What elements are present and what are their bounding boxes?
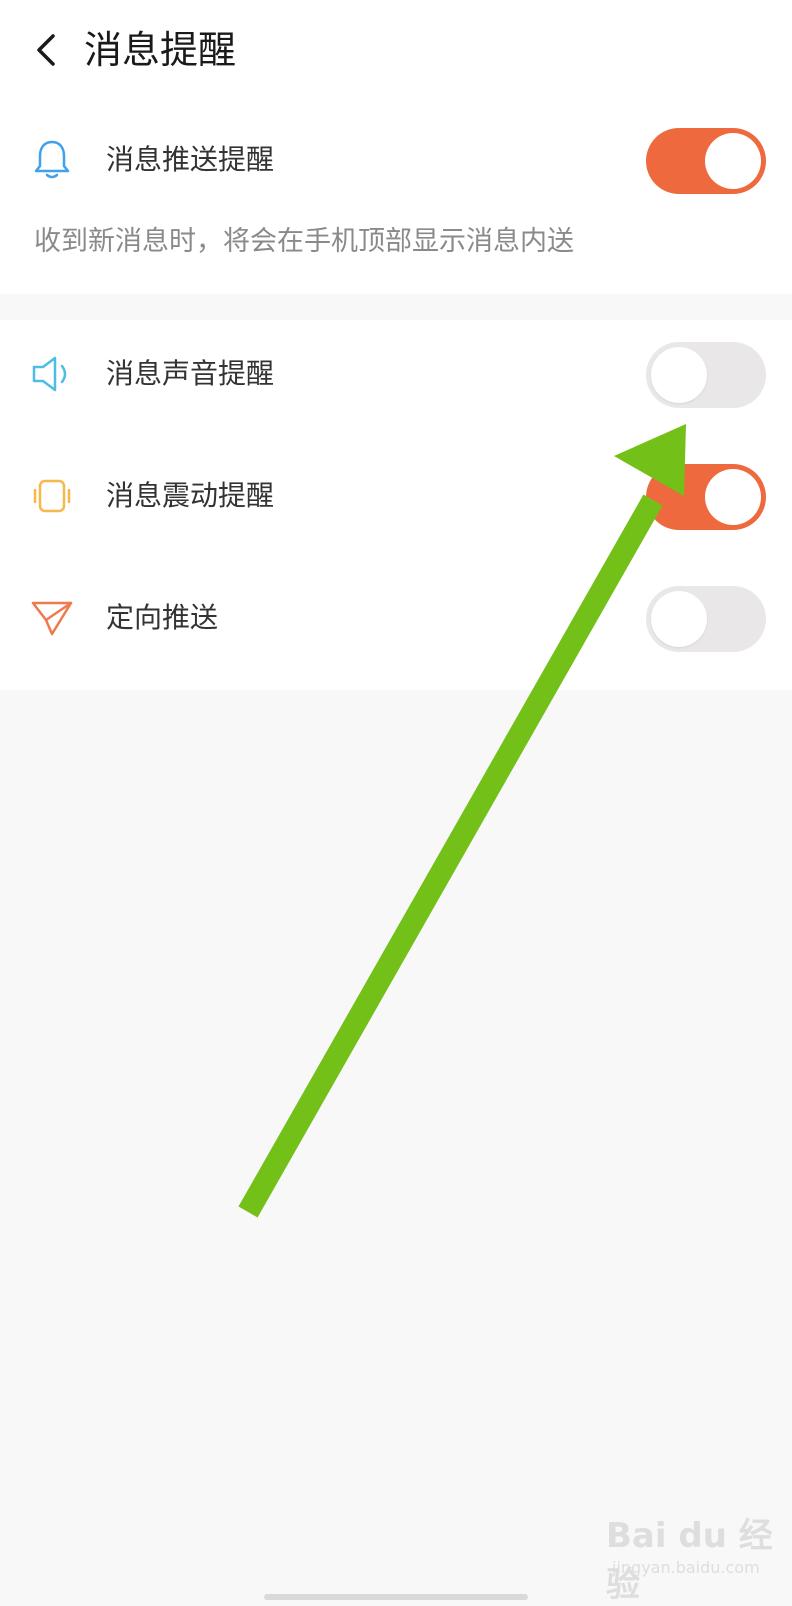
bell-icon — [28, 136, 76, 184]
push-section: 消息推送提醒 收到新消息时，将会在手机顶部显示消息内送 — [0, 100, 792, 294]
vibrate-icon — [28, 472, 76, 520]
sound-row[interactable]: 消息声音提醒 — [0, 320, 792, 440]
sound-label: 消息声音提醒 — [106, 357, 275, 390]
back-button[interactable] — [26, 28, 66, 72]
vibrate-label: 消息震动提醒 — [106, 479, 275, 512]
sound-toggle[interactable] — [646, 342, 766, 408]
push-row[interactable]: 消息推送提醒 — [0, 100, 792, 220]
watermark-url: jingyan.baidu.com — [612, 1558, 760, 1577]
vibrate-row[interactable]: 消息震动提醒 — [0, 440, 792, 560]
push-toggle[interactable] — [646, 128, 766, 194]
alert-settings-section: 消息声音提醒 消息震动提醒 定向推送 — [0, 320, 792, 690]
speaker-icon — [28, 350, 76, 398]
watermark-logo: Bai du 经验 — [606, 1516, 773, 1605]
toggle-knob — [705, 469, 761, 525]
toggle-knob — [651, 347, 707, 403]
chevron-left-icon — [37, 34, 55, 66]
home-indicator[interactable] — [264, 1594, 528, 1600]
vibrate-toggle[interactable] — [646, 464, 766, 530]
app-header: 消息提醒 — [0, 0, 792, 100]
paper-plane-icon — [28, 594, 76, 642]
page-title: 消息提醒 — [84, 28, 237, 72]
push-description: 收到新消息时，将会在手机顶部显示消息内送 — [34, 226, 574, 257]
toggle-knob — [705, 133, 761, 189]
push-label: 消息推送提醒 — [106, 143, 275, 176]
directed-push-row[interactable]: 定向推送 — [0, 562, 792, 682]
toggle-knob — [651, 591, 707, 647]
watermark: Bai du 经验 jingyan.baidu.com — [606, 1480, 776, 1605]
directed-toggle[interactable] — [646, 586, 766, 652]
directed-label: 定向推送 — [106, 601, 219, 634]
